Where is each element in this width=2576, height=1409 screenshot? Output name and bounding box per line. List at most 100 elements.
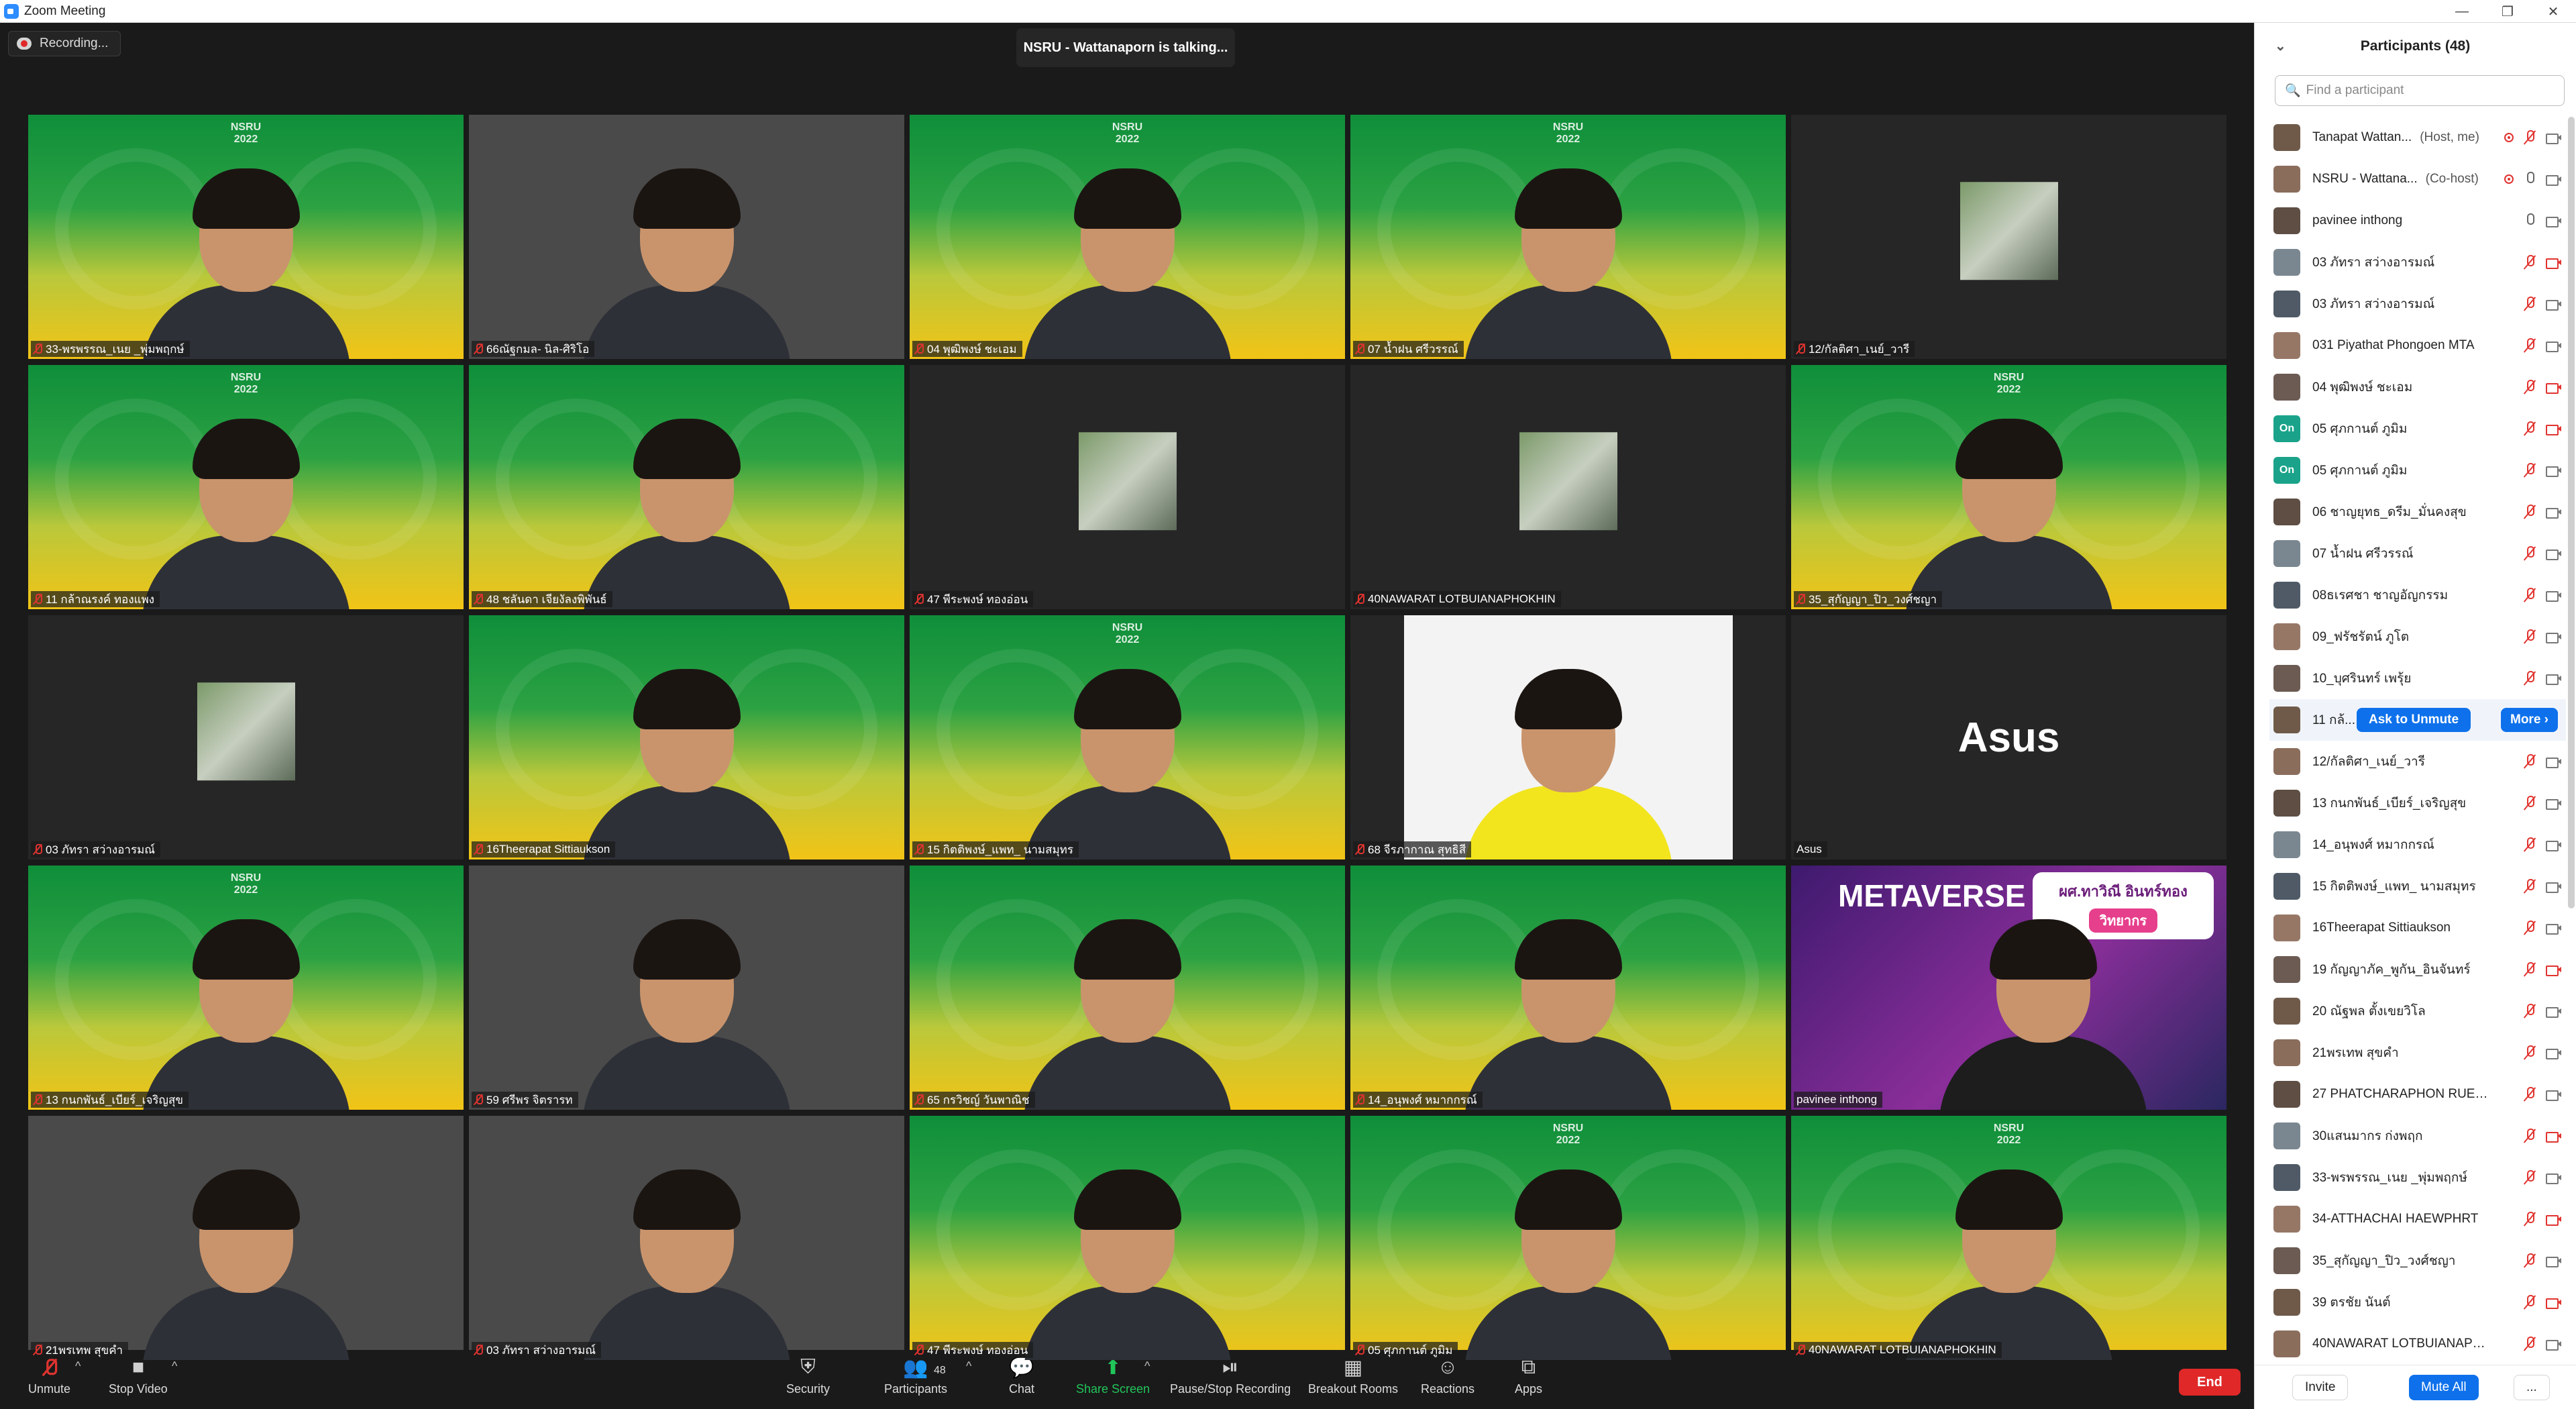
participant-row[interactable]: 03 ภัทรา สว่างอารมณ์	[2269, 283, 2566, 325]
close-button[interactable]: ✕	[2530, 0, 2576, 23]
end-meeting-button[interactable]: End	[2179, 1369, 2241, 1396]
muted-mic-icon[interactable]	[2524, 380, 2535, 395]
muted-mic-icon[interactable]	[2524, 1170, 2535, 1185]
muted-mic-icon[interactable]	[2524, 255, 2535, 270]
video-tile[interactable]: 14_อนุพงศ์ หมากกรณ์	[1350, 866, 1786, 1110]
participant-row[interactable]: 21พรเทพ สุขคำ	[2269, 1032, 2566, 1074]
participant-row[interactable]: 20 ณัฐพล ตั้งเขยวิโล	[2269, 990, 2566, 1032]
video-tile[interactable]: 12/กัลติศา_เนย์_วารี	[1791, 115, 2226, 359]
video-tile[interactable]: 59 ศรีพร จิตรารท	[469, 866, 904, 1110]
muted-mic-icon[interactable]	[2524, 671, 2535, 686]
muted-mic-icon[interactable]	[2524, 1129, 2535, 1143]
participant-row[interactable]: 13 กนกพันธ์_เบียร์_เจริญสุข	[2269, 782, 2566, 824]
participant-row[interactable]: 14_อนุพงศ์ หมากกรณ์	[2269, 824, 2566, 866]
breakout-rooms-button[interactable]: ▦ Breakout Rooms	[1308, 1354, 1398, 1396]
restore-button[interactable]: ❐	[2485, 0, 2530, 23]
participant-row[interactable]: 19 กัญญาภัค_พูกัน_อินจันทร์	[2269, 949, 2566, 990]
recording-indicator[interactable]: Recording...	[8, 31, 121, 56]
participant-row[interactable]: 09_ฟรัชรัตน์ ภูโต	[2269, 616, 2566, 658]
muted-mic-icon[interactable]	[2524, 338, 2535, 353]
stop-video-button[interactable]: ■ Stop Video	[109, 1354, 168, 1396]
share-options-caret[interactable]: ^	[1144, 1359, 1150, 1373]
muted-mic-icon[interactable]	[2524, 463, 2535, 478]
video-tile[interactable]: NSRU 2022 35_สุกัญญา_ปิว_วงศ์ชญา	[1791, 365, 2226, 609]
participant-row[interactable]: 10_บุศรินทร์ เพรุ้ย	[2269, 658, 2566, 699]
participant-row[interactable]: 40NAWARAT LOTBUIANAPHOK...	[2269, 1323, 2566, 1365]
muted-mic-icon[interactable]	[2524, 1045, 2535, 1060]
participant-row[interactable]: 27 PHATCHARAPHON RUEANG...	[2269, 1074, 2566, 1115]
pause-stop-recording-button[interactable]: ⏯ Pause/Stop Recording	[1170, 1354, 1291, 1396]
muted-mic-icon[interactable]	[2524, 1295, 2535, 1310]
participants-options-caret[interactable]: ^	[966, 1359, 971, 1373]
participant-row[interactable]: 15 กิตติพงษ์_แพท_ นามสมุทร	[2269, 866, 2566, 907]
chat-button[interactable]: 💬 Chat	[1009, 1354, 1034, 1396]
video-tile[interactable]: NSRU 2022 13 กนกพันธ์_เบียร์_เจริญสุข	[28, 866, 464, 1110]
participant-search-input[interactable]	[2306, 83, 2561, 98]
muted-mic-icon[interactable]	[2524, 1212, 2535, 1227]
muted-mic-icon[interactable]	[2524, 421, 2535, 436]
muted-mic-icon[interactable]	[2524, 629, 2535, 644]
mic-icon[interactable]	[2524, 172, 2535, 187]
muted-mic-icon[interactable]	[2524, 1253, 2535, 1268]
muted-mic-icon[interactable]	[2524, 588, 2535, 603]
participant-list-scrollbar[interactable]	[2568, 117, 2575, 908]
invite-button[interactable]: Invite	[2292, 1375, 2349, 1400]
participant-row[interactable]: 07 น้ำฝน ศรีวรรณ์	[2269, 533, 2566, 574]
more-options-button[interactable]: ...	[2514, 1375, 2550, 1400]
participant-row[interactable]: 33-พรพรรณ_เนย _พุ่มพฤกษ์	[2269, 1157, 2566, 1198]
video-tile[interactable]: 16Theerapat Sittiaukson	[469, 615, 904, 859]
video-tile[interactable]: NSRU 2022 15 กิตติพงษ์_แพท_ นามสมุทร	[910, 615, 1345, 859]
muted-mic-icon[interactable]	[2524, 297, 2535, 311]
muted-mic-icon[interactable]	[2524, 754, 2535, 769]
unmute-button[interactable]: Unmute	[28, 1354, 70, 1396]
share-screen-button[interactable]: ⬆ Share Screen	[1076, 1354, 1150, 1396]
participant-row[interactable]: 30แสนมากร ก่งพฤก	[2269, 1115, 2566, 1157]
muted-mic-icon[interactable]	[2524, 796, 2535, 811]
participant-row[interactable]: 12/กัลติศา_เนย์_วารี	[2269, 741, 2566, 782]
video-tile[interactable]: 47 พีระพงษ์ ทองอ่อน	[910, 365, 1345, 609]
video-tile[interactable]: Asus Asus	[1791, 615, 2226, 859]
participant-row[interactable]: 031 Piyathat Phongoen MTA	[2269, 325, 2566, 366]
audio-options-caret[interactable]: ^	[75, 1359, 80, 1373]
participant-row[interactable]: 03 ภัทรา สว่างอารมณ์	[2269, 242, 2566, 283]
muted-mic-icon[interactable]	[2524, 1087, 2535, 1102]
muted-mic-icon[interactable]	[2524, 921, 2535, 935]
video-tile[interactable]: NSRU 2022 07 น้ำฝน ศรีวรรณ์	[1350, 115, 1786, 359]
participant-row[interactable]: 39 ตรชัย นันต์	[2269, 1282, 2566, 1323]
video-tile[interactable]: 65 กรวิชญ์ วันพาณิช	[910, 866, 1345, 1110]
participant-row[interactable]: Tanapat Wattan... (Host, me)	[2269, 117, 2566, 158]
muted-mic-icon[interactable]	[2524, 130, 2535, 145]
participant-row[interactable]: On 05 ศุภกานต์ ภูมิม	[2269, 408, 2566, 450]
video-tile[interactable]: 68 จีรภากาณ สุทธิสี	[1350, 615, 1786, 859]
ask-to-unmute-button[interactable]: Ask to Unmute	[2357, 708, 2471, 732]
participant-search[interactable]: 🔍	[2275, 75, 2565, 106]
video-options-caret[interactable]: ^	[172, 1359, 177, 1373]
video-tile[interactable]: NSRU 2022 05 ศุภกานต์ ภูมิม	[1350, 1116, 1786, 1360]
video-tile[interactable]: 47 พีระพงษ์ ทองอ่อน	[910, 1116, 1345, 1360]
muted-mic-icon[interactable]	[2524, 1004, 2535, 1019]
participant-row[interactable]: 06 ชาญยุทธ_ดรีม_มั่นคงสุข	[2269, 491, 2566, 533]
video-tile[interactable]: NSRU 2022 40NAWARAT LOTBUIANAPHOKHIN	[1791, 1116, 2226, 1360]
participant-row[interactable]: 08ธเรศชา ชาญอัญกรรม	[2269, 574, 2566, 616]
apps-button[interactable]: ⧉ Apps	[1515, 1354, 1542, 1396]
reactions-button[interactable]: ☺ Reactions	[1421, 1354, 1474, 1396]
participant-row[interactable]: 35_สุกัญญา_ปิว_วงศ์ชญา	[2269, 1240, 2566, 1282]
participant-row[interactable]: pavinee inthong	[2269, 200, 2566, 242]
collapse-chevron-icon[interactable]: ⌄	[2275, 38, 2286, 54]
muted-mic-icon[interactable]	[2524, 879, 2535, 894]
muted-mic-icon[interactable]	[2524, 962, 2535, 977]
minimize-button[interactable]: —	[2439, 0, 2485, 23]
participant-row[interactable]: 34-ATTHACHAI HAEWPHRT	[2269, 1198, 2566, 1240]
muted-mic-icon[interactable]	[2524, 546, 2535, 561]
muted-mic-icon[interactable]	[2524, 1337, 2535, 1351]
video-tile[interactable]: 40NAWARAT LOTBUIANAPHOKHIN	[1350, 365, 1786, 609]
mute-all-button[interactable]: Mute All	[2409, 1375, 2479, 1400]
participant-row[interactable]: On 05 ศุภกานต์ ภูมิม	[2269, 450, 2566, 491]
video-tile[interactable]: 03 ภัทรา สว่างอารมณ์	[28, 615, 464, 859]
muted-mic-icon[interactable]	[2524, 505, 2535, 519]
video-tile[interactable]: NSRU 2022 11 กล้าณรงค์ ทองแพง	[28, 365, 464, 609]
participant-more-button[interactable]: More ›	[2501, 708, 2558, 732]
mic-icon[interactable]	[2524, 213, 2535, 228]
participant-row[interactable]: 11 กล้... Ask to Unmute More ›	[2269, 699, 2566, 741]
video-tile[interactable]: NSRU 2022 33-พรพรรณ_เนย _พุ่มพฤกษ์	[28, 115, 464, 359]
